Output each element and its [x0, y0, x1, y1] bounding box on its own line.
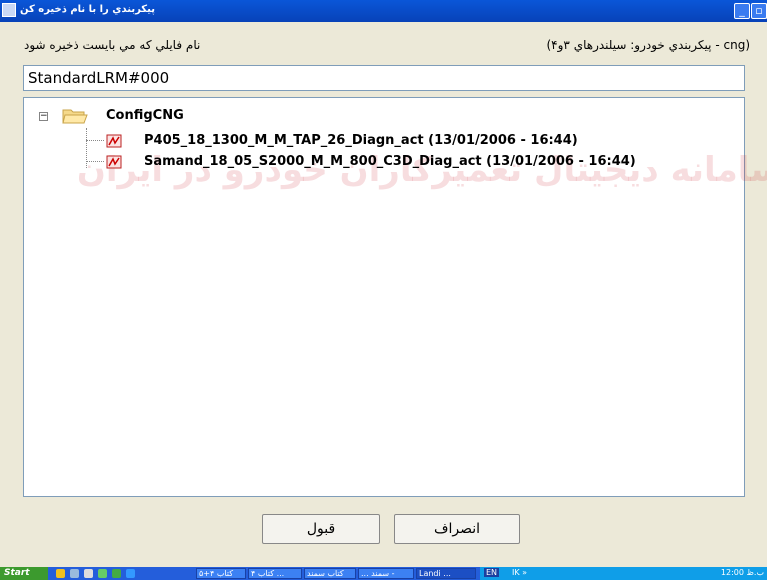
tree-connector: [86, 128, 87, 168]
minimize-button[interactable]: _: [734, 3, 750, 19]
tree-connector: [86, 161, 104, 162]
task-button-active[interactable]: Landi ...: [416, 568, 476, 579]
ok-button[interactable]: قبول: [262, 514, 380, 544]
quicklaunch-icon[interactable]: [70, 569, 79, 578]
collapse-expander-icon[interactable]: −: [39, 112, 48, 121]
clock[interactable]: 12:00 ب.ظ: [721, 568, 764, 577]
task-button[interactable]: كتاب سمند: [304, 568, 356, 579]
config-tree[interactable]: سامانه دیجیتال تعمیرکاران خودرو در ایران…: [23, 97, 767, 497]
quicklaunch-icon[interactable]: [56, 569, 65, 578]
filename-input[interactable]: StandardLRM#000: [23, 65, 745, 91]
maximize-button[interactable]: ▫: [751, 3, 767, 19]
quicklaunch-icon[interactable]: [126, 569, 135, 578]
tree-file-item[interactable]: P405_18_1300_M_M_TAP_26_Diagn_act (13/01…: [144, 133, 578, 148]
task-button[interactable]: ... سمند -: [358, 568, 414, 579]
app-icon: [2, 3, 16, 17]
title-bar[interactable]: پيکربندي را با نام ذخيره کن _ ▫: [0, 0, 767, 22]
language-indicator[interactable]: EN: [484, 568, 500, 577]
tree-node-root[interactable]: ConfigCNG: [106, 108, 184, 123]
cancel-button[interactable]: انصراف: [394, 514, 520, 544]
tree-connector: [86, 140, 104, 141]
dialog-body: نام فايلي که مي بايست ذخيره شود (cng - پ…: [0, 22, 767, 567]
config-info-label: (cng - پيکربندي خودرو: سيلندرهاي ۳و۴): [546, 38, 750, 52]
config-file-icon: [106, 155, 122, 169]
window-title: پيکربندي را با نام ذخيره کن: [20, 4, 155, 15]
quicklaunch-icon[interactable]: [84, 569, 93, 578]
ik-indicator[interactable]: IK »: [512, 568, 527, 577]
folder-open-icon: [62, 109, 88, 124]
config-file-icon: [106, 134, 122, 148]
quicklaunch-icon[interactable]: [98, 569, 107, 578]
taskbar: Start كتاب ۴+۵ كتاب ۴ ... كتاب سمند ... …: [0, 567, 767, 580]
tree-file-item[interactable]: Samand_18_05_S2000_M_M_800_C3D_Diag_act …: [144, 154, 636, 169]
file-name-prompt: نام فايلي که مي بايست ذخيره شود: [24, 38, 201, 52]
quicklaunch-icon[interactable]: [112, 569, 121, 578]
task-button[interactable]: كتاب ۴+۵: [196, 568, 246, 579]
start-button[interactable]: Start: [0, 567, 48, 580]
system-tray: EN IK » 12:00 ب.ظ: [480, 567, 767, 580]
task-button[interactable]: كتاب ۴ ...: [248, 568, 302, 579]
